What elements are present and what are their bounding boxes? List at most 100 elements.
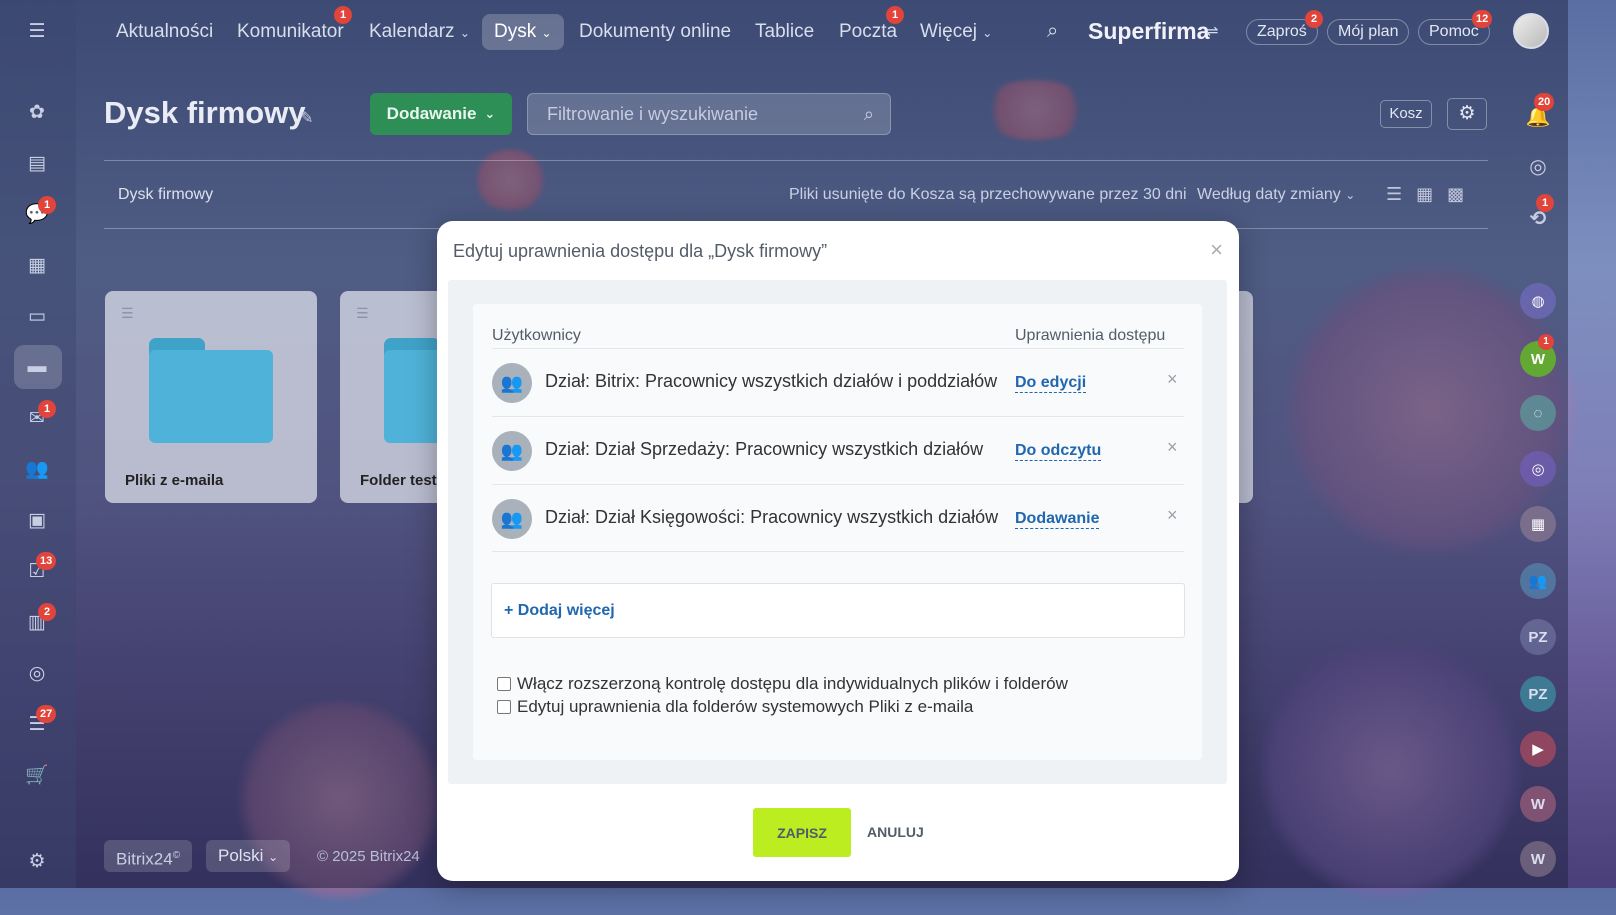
contact-avatar[interactable]: ▦ xyxy=(1520,506,1556,542)
retention-note: Pliki usunięte do Kosza są przechowywane… xyxy=(789,186,1187,203)
contact-avatar[interactable]: ◍ xyxy=(1520,283,1556,319)
sort-label: Według daty zmiany xyxy=(1197,186,1341,203)
close-icon[interactable]: × xyxy=(1210,237,1223,263)
feed-icon[interactable]: ✿ xyxy=(22,97,52,127)
poczta-badge: 1 xyxy=(886,6,904,24)
mail-badge: 1 xyxy=(38,400,56,418)
contact-badge: 1 xyxy=(1538,334,1554,350)
menu-icon[interactable]: ☰ xyxy=(22,16,52,46)
left-sidebar: ☰ ✿ ▤ 💬 1 ▦ ▭ ▬ ✉ 1 👥 ▣ ☑ 13 ▥ 2 ◎ ☰ 27 … xyxy=(0,0,76,888)
chevron-down-icon: ⌄ xyxy=(459,26,470,40)
add-more-button[interactable]: + Dodaj więcej xyxy=(491,583,1185,638)
top-navigation: Aktualności Komunikator 1 Kalendarz ⌄ Dy… xyxy=(76,0,1568,66)
nav-aktualnosci[interactable]: Aktualności xyxy=(104,14,225,50)
sync-badge: 1 xyxy=(1536,194,1554,212)
remove-icon[interactable]: × xyxy=(1167,505,1178,526)
employees-icon[interactable]: 👥 xyxy=(22,454,52,484)
right-sidebar: 🔔 20 ◎ ⟲ 1 ◍ W 1 ◌ ◎ ▦ 👥 PZ PZ ▶ W W xyxy=(1508,66,1568,888)
my-plan-button[interactable]: Mój plan xyxy=(1327,19,1410,45)
checkbox-label: Włącz rozszerzoną kontrolę dostępu dla i… xyxy=(517,674,1068,693)
add-button-label: Dodawanie xyxy=(386,104,477,123)
pin-icon[interactable]: ✎ xyxy=(300,108,313,128)
copyright: © 2025 Bitrix24 xyxy=(317,848,420,865)
list-view-icon[interactable]: ☰ xyxy=(1386,184,1416,204)
card-menu-icon[interactable]: ☰ xyxy=(121,305,134,322)
nav-wiecej[interactable]: Więcej ⌄ xyxy=(908,14,1004,50)
divider xyxy=(104,160,1488,161)
calendar-icon[interactable]: ▦ xyxy=(22,250,52,280)
page-title: Dysk firmowy xyxy=(104,95,306,130)
nav-kalendarz[interactable]: Kalendarz ⌄ xyxy=(357,14,482,50)
settings-icon[interactable]: ⚙ xyxy=(22,846,52,876)
language-label: Polski xyxy=(218,846,264,865)
permission-subject: Dział: Bitrix: Pracownicy wszystkich dzi… xyxy=(545,371,998,391)
group-icon: 👥 xyxy=(492,431,532,471)
gear-icon[interactable]: ⚙ xyxy=(1447,98,1487,130)
nav-kalendarz-label: Kalendarz xyxy=(369,21,455,42)
permission-level-dropdown[interactable]: Do odczytu xyxy=(1015,442,1102,461)
grid-view-icon[interactable]: ▦ xyxy=(1416,184,1447,204)
permission-row: 👥 Dział: Dział Sprzedaży: Pracownicy wsz… xyxy=(492,416,1184,484)
folder-card[interactable]: ☰ Pliki z e-maila xyxy=(105,291,317,503)
brand-name[interactable]: Superfirma xyxy=(1088,18,1209,45)
cancel-button[interactable]: ANULUJ xyxy=(867,824,924,840)
user-avatar[interactable] xyxy=(1513,13,1549,49)
sort-dropdown[interactable]: Według daty zmiany ⌄ xyxy=(1197,186,1355,204)
folder-name: Pliki z e-maila xyxy=(125,472,224,489)
card-menu-icon[interactable]: ☰ xyxy=(356,305,369,322)
system-folders-checkbox[interactable]: Edytuj uprawnienia dla folderów systemow… xyxy=(497,697,973,717)
language-select[interactable]: Polski ⌄ xyxy=(206,840,291,872)
contact-avatar-w[interactable]: W xyxy=(1520,841,1556,877)
chevron-down-icon: ⌄ xyxy=(541,26,552,40)
permissions-dialog: Edytuj uprawnienia dostępu dla „Dysk fir… xyxy=(437,221,1239,881)
add-button[interactable]: Dodawanie ⌄ xyxy=(370,93,512,135)
search-icon: ⌕ xyxy=(863,104,874,124)
trash-button[interactable]: Kosz xyxy=(1380,100,1432,128)
checkbox-label: Edytuj uprawnienia dla folderów systemow… xyxy=(517,697,974,716)
cart-icon[interactable]: 🛒 xyxy=(22,760,52,790)
breadcrumb[interactable]: Dysk firmowy xyxy=(118,186,213,204)
drive-icon[interactable]: ▬ xyxy=(22,352,52,382)
add-more-label: Dodaj więcej xyxy=(517,602,615,619)
permission-subject: Dział: Dział Księgowości: Pracownicy wsz… xyxy=(545,507,999,527)
contact-avatar-w[interactable]: W xyxy=(1520,786,1556,822)
group-icon: 👥 xyxy=(492,363,532,403)
brand-settings-icon[interactable]: ⇌ xyxy=(1206,22,1219,40)
checkbox-box[interactable] xyxy=(497,700,511,714)
contact-avatar-pz[interactable]: PZ xyxy=(1520,619,1556,655)
contact-avatar-pz[interactable]: PZ xyxy=(1520,676,1556,712)
search-icon[interactable]: ⌕ xyxy=(1047,20,1058,43)
remove-icon[interactable]: × xyxy=(1167,437,1178,458)
search-input[interactable]: Filtrowanie i wyszukiwanie ⌕ xyxy=(527,93,891,135)
permission-level-dropdown[interactable]: Do edycji xyxy=(1015,374,1087,393)
folder-icon xyxy=(149,338,273,443)
access-column-header: Uprawnienia dostępu xyxy=(1015,327,1166,344)
nav-dysk[interactable]: Dysk ⌄ xyxy=(482,14,564,50)
remove-icon[interactable]: × xyxy=(1167,369,1178,390)
funnel-badge: 27 xyxy=(36,705,57,723)
nav-dokumenty-online[interactable]: Dokumenty online xyxy=(567,14,743,50)
video-call-icon[interactable]: ▶ xyxy=(1520,731,1556,767)
checkbox-box[interactable] xyxy=(497,677,511,691)
nav-dysk-label: Dysk xyxy=(494,21,537,42)
permission-row: 👥 Dział: Dział Księgowości: Pracownicy w… xyxy=(492,484,1184,552)
bitrix24-logo[interactable]: Bitrix24© xyxy=(104,840,193,872)
news-icon[interactable]: ▤ xyxy=(22,148,52,178)
permission-level-dropdown[interactable]: Dodawanie xyxy=(1015,510,1100,529)
chat-badge: 1 xyxy=(38,196,56,214)
chevron-down-icon: ⌄ xyxy=(268,850,279,864)
tile-view-icon[interactable]: ▩ xyxy=(1447,184,1478,204)
nav-tablice[interactable]: Tablice xyxy=(743,14,826,50)
document-icon[interactable]: ▭ xyxy=(22,301,52,331)
target-icon[interactable]: ◎ xyxy=(22,658,52,688)
tasks-badge: 13 xyxy=(36,552,57,570)
save-button[interactable]: ZAPISZ xyxy=(753,808,851,857)
contact-avatar[interactable]: ◌ xyxy=(1520,395,1556,431)
presentation-icon[interactable]: ▣ xyxy=(22,505,52,535)
folder-card-partial[interactable] xyxy=(1238,291,1253,503)
extended-access-checkbox[interactable]: Włącz rozszerzoną kontrolę dostępu dla i… xyxy=(497,674,1068,694)
copilot-icon[interactable]: ◎ xyxy=(1520,148,1556,184)
contact-avatar[interactable]: 👥 xyxy=(1520,563,1556,599)
view-toggle[interactable]: ☰▦▩ xyxy=(1386,184,1478,205)
contact-avatar[interactable]: ◎ xyxy=(1520,451,1556,487)
